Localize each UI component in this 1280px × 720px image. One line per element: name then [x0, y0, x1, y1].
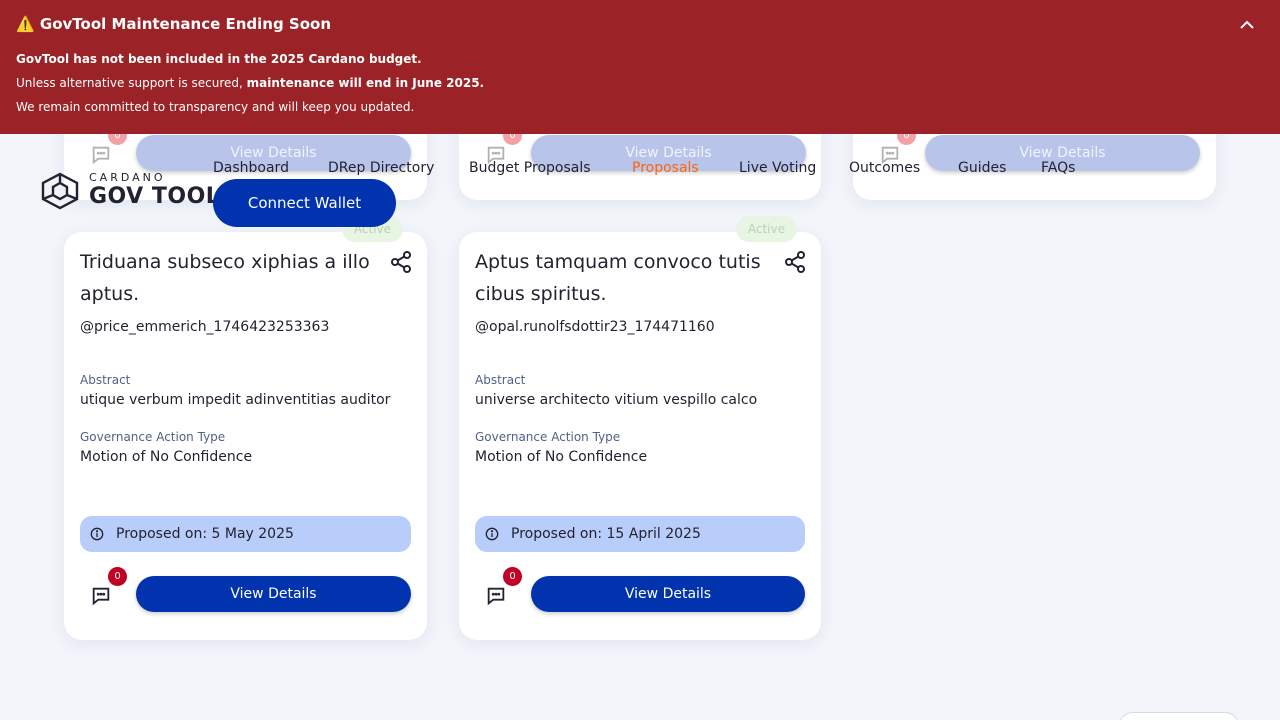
view-details-button[interactable]: View Details [136, 576, 411, 612]
chevron-up-icon[interactable] [1238, 16, 1256, 34]
share-icon[interactable] [783, 250, 807, 274]
action-type-label: Governance Action Type [80, 430, 226, 444]
cardano-hex-icon [40, 172, 80, 210]
banner-title: ⚠️ GovTool Maintenance Ending Soon [16, 15, 332, 33]
proposal-title: Triduana subseco xiphias a illo aptus. [80, 251, 370, 305]
banner-line-maintenance: Unless alternative support is secured, m… [16, 76, 484, 90]
abstract-label: Abstract [80, 373, 131, 387]
banner-line-budget: GovTool has not been included in the 202… [16, 52, 422, 66]
proposed-date-text: Proposed on: 5 May 2025 [116, 526, 294, 542]
proposal-title: Aptus tamquam convoco tutis cibus spirit… [475, 251, 761, 305]
action-type-label: Governance Action Type [475, 430, 621, 444]
nav-faqs[interactable]: FAQs [1041, 160, 1075, 176]
status-badge: Active [735, 216, 797, 242]
nav-guides[interactable]: Guides [958, 160, 1006, 176]
proposal-author: @price_emmerich_1746423253363 [80, 319, 330, 335]
banner-line-prefix: Unless alternative support is secured, [16, 76, 247, 90]
proposed-date: Proposed on: 15 April 2025 [475, 516, 805, 552]
abstract-value: universe architecto vitium vespillo calc… [475, 392, 758, 408]
share-icon[interactable] [389, 250, 413, 274]
nav-outcomes[interactable]: Outcomes [849, 160, 920, 176]
nav-drep-directory[interactable]: DRep Directory [328, 160, 434, 176]
action-type-value: Motion of No Confidence [80, 449, 253, 465]
info-icon [90, 527, 104, 541]
nav-budget-proposals[interactable]: Budget Proposals [469, 160, 591, 176]
nav-dashboard[interactable]: Dashboard [213, 160, 289, 176]
banner-line-transparency: We remain committed to transparency and … [16, 100, 415, 114]
govtool-logo[interactable]: CARDANO GOV TOOL [40, 172, 220, 210]
proposed-date-text: Proposed on: 15 April 2025 [511, 526, 701, 542]
nav-proposals[interactable]: Proposals [632, 160, 699, 176]
proposed-date: Proposed on: 5 May 2025 [80, 516, 411, 552]
maintenance-banner: ⚠️ GovTool Maintenance Ending Soon GovTo… [0, 0, 1280, 134]
comment-icon[interactable] [90, 144, 112, 166]
banner-line-emphasis: maintenance will end in June 2025. [246, 76, 485, 90]
connect-wallet-button[interactable]: Connect Wallet [213, 179, 396, 227]
proposal-author: @opal.runolfsdottir23_174471160 [475, 319, 715, 335]
abstract-value: utique verbum impedit adinventitias audi… [80, 392, 391, 408]
proposal-card: Active Aptus tamquam convoco tutis cibus… [459, 216, 821, 640]
info-icon [485, 527, 499, 541]
comment-icon[interactable] [485, 585, 507, 607]
comment-count-badge: 0 [503, 567, 522, 586]
logo-text-cardano: CARDANO [89, 171, 166, 184]
nav-live-voting[interactable]: Live Voting [739, 160, 816, 176]
comment-count-badge: 0 [108, 567, 127, 586]
logo-text-govtool: GOV TOOL [89, 184, 221, 209]
proposal-card: Active Triduana subseco xiphias a illo a… [64, 216, 427, 640]
abstract-label: Abstract [475, 373, 526, 387]
pagination-control[interactable] [1119, 712, 1239, 720]
comment-icon[interactable] [90, 585, 112, 607]
action-type-value: Motion of No Confidence [475, 449, 648, 465]
view-details-button[interactable]: View Details [531, 576, 805, 612]
